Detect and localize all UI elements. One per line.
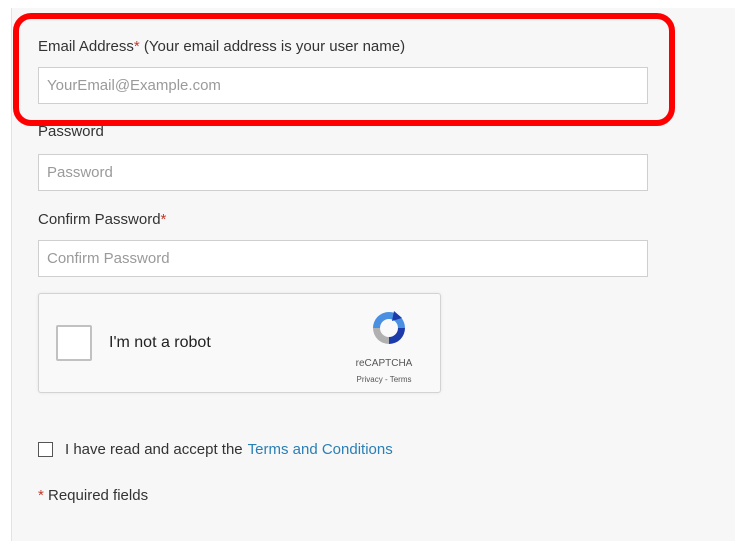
required-fields-note: * Required fields	[38, 487, 149, 504]
recaptcha-checkbox[interactable]	[56, 325, 92, 361]
password-input[interactable]	[38, 154, 648, 191]
confirm-password-input[interactable]	[38, 240, 648, 277]
email-input[interactable]	[38, 67, 648, 104]
recaptcha-logo-icon	[373, 311, 405, 344]
recaptcha-brand: reCAPTCHA	[355, 358, 413, 369]
terms-link[interactable]: Terms and Conditions	[248, 441, 393, 458]
terms-checkbox[interactable]	[38, 442, 53, 457]
terms-text: I have read and accept the	[65, 441, 243, 458]
password-label: Password	[38, 123, 104, 140]
recaptcha-label: I'm not a robot	[109, 334, 211, 351]
recaptcha-privacy-terms-link[interactable]: Privacy - Terms	[344, 375, 424, 384]
terms-row: I have read and accept the Terms and Con…	[38, 441, 393, 458]
email-label: Email Address* (Your email address is yo…	[38, 38, 406, 55]
required-asterisk: *	[160, 211, 167, 228]
confirm-password-label: Confirm Password*	[38, 211, 167, 228]
recaptcha-widget: I'm not a robot reCAPTCHA Privacy - Term…	[38, 293, 441, 393]
